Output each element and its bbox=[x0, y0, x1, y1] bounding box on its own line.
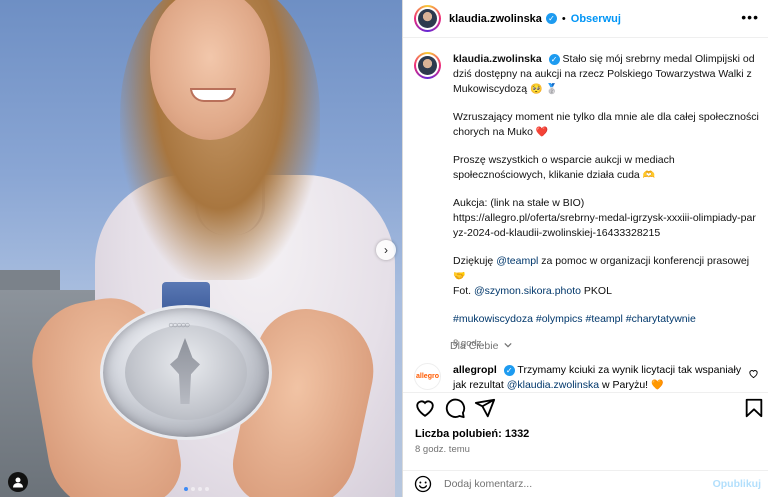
next-slide-button[interactable]: › bbox=[376, 240, 396, 260]
caption-auction-url: https://allegro.pl/oferta/srebrny-medal-… bbox=[453, 212, 756, 239]
verified-icon: ✓ bbox=[548, 53, 560, 65]
caption-text-2: Wzruszający moment nie tylko dla mnie al… bbox=[453, 111, 759, 138]
heart-icon bbox=[416, 400, 434, 417]
photo-smile bbox=[190, 88, 236, 102]
heart-hands-emoji: 🫶 bbox=[642, 170, 656, 181]
caption-photo-credit-end: PKOL bbox=[580, 285, 612, 297]
carousel-dot bbox=[191, 487, 195, 491]
hashtag-link[interactable]: #teampl bbox=[585, 313, 622, 325]
caption-emoji-1: 🥺 🥈 bbox=[530, 84, 559, 95]
separator-dot: • bbox=[561, 12, 566, 25]
avatar[interactable] bbox=[414, 5, 441, 32]
caption-username[interactable]: klaudia.zwolinska bbox=[453, 53, 542, 65]
add-comment-bar: Opublikuj bbox=[403, 470, 768, 497]
comments-section[interactable]: klaudia.zwolinska ✓ Stało się mój srebrn… bbox=[403, 39, 768, 391]
more-options-icon[interactable]: ••• bbox=[741, 9, 759, 25]
for-you-label: Dla Ciebie bbox=[450, 340, 499, 352]
carousel-dot bbox=[205, 487, 209, 491]
hashtag-link[interactable]: #charytatywnie bbox=[626, 313, 696, 325]
comment-button[interactable] bbox=[444, 397, 466, 419]
post-timestamp: 8 godz. temu bbox=[415, 444, 470, 455]
post-actions-bar bbox=[403, 392, 768, 422]
follow-button[interactable]: Obserwuj bbox=[571, 13, 621, 25]
post-photo[interactable]: ○○○○○ › bbox=[0, 0, 402, 497]
comment-text-end: w Paryżu! bbox=[599, 379, 649, 391]
comment-item: allegro allegropl ✓ Trzymamy kciuki za w… bbox=[414, 363, 759, 391]
caption-thanks-text-end: za pomoc w organizacji konferencji praso… bbox=[538, 255, 750, 267]
heart-emoji: ❤️ bbox=[535, 127, 549, 138]
emoji-picker-icon[interactable] bbox=[414, 475, 432, 493]
orange-heart-emoji: 🧡 bbox=[651, 380, 664, 391]
avatar[interactable] bbox=[414, 52, 441, 79]
comment-icon bbox=[445, 398, 466, 419]
post-caption: klaudia.zwolinska ✓ Stało się mój srebrn… bbox=[414, 52, 759, 351]
like-button[interactable] bbox=[414, 397, 436, 419]
comment-username[interactable]: allegropl bbox=[453, 364, 497, 376]
carousel-indicator bbox=[184, 487, 209, 491]
verified-icon: ✓ bbox=[503, 364, 515, 376]
publish-button[interactable]: Opublikuj bbox=[713, 478, 761, 490]
carousel-dot bbox=[198, 487, 202, 491]
carousel-dot bbox=[184, 487, 188, 491]
verified-icon: ✓ bbox=[545, 13, 557, 24]
save-button[interactable] bbox=[743, 397, 765, 419]
chevron-down-icon bbox=[504, 342, 512, 348]
caption-thanks-text: Dziękuję bbox=[453, 255, 497, 267]
mention-photographer[interactable]: @szymon.sikora.photo bbox=[474, 285, 581, 297]
mention-author[interactable]: @klaudia.zwolinska bbox=[507, 379, 599, 391]
caption-photo-credit: Fot. bbox=[453, 285, 475, 297]
handshake-emoji: 🤝 bbox=[453, 271, 466, 282]
olympic-rings-icon: ○○○○○ bbox=[168, 320, 190, 331]
comment-like-icon[interactable] bbox=[748, 368, 759, 379]
mention-teampl[interactable]: @teampl bbox=[496, 255, 538, 267]
share-icon bbox=[474, 398, 496, 418]
hashtag-link[interactable]: #olympics bbox=[536, 313, 583, 325]
like-count[interactable]: Liczba polubień: 1332 bbox=[415, 428, 529, 440]
hashtag-link[interactable]: #mukowiscydoza bbox=[453, 313, 533, 325]
post-header: klaudia.zwolinska ✓ • Obserwuj ••• bbox=[403, 0, 768, 38]
allegro-logo[interactable]: allegro bbox=[414, 363, 441, 390]
post-author-username[interactable]: klaudia.zwolinska bbox=[449, 13, 542, 25]
bookmark-icon bbox=[745, 398, 763, 418]
share-button[interactable] bbox=[474, 397, 496, 419]
person-icon bbox=[13, 477, 23, 488]
caption-auction-label: Aukcja: (link na stałe w BIO) bbox=[453, 197, 585, 209]
for-you-filter-button[interactable]: Dla Ciebie bbox=[450, 340, 512, 352]
caption-text-3: Proszę wszystkich o wsparcie aukcji w me… bbox=[453, 154, 675, 181]
tagged-users-button[interactable] bbox=[8, 472, 28, 492]
comment-input[interactable] bbox=[444, 478, 704, 490]
post-details-panel: klaudia.zwolinska ✓ • Obserwuj ••• klaud… bbox=[402, 0, 768, 497]
